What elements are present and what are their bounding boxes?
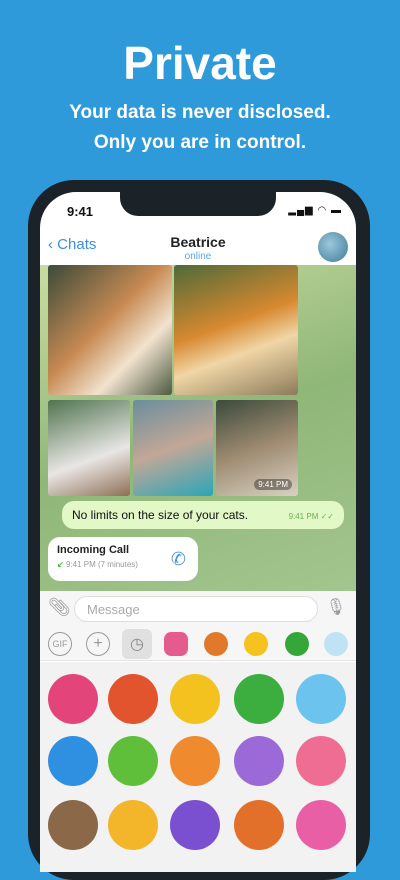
phone-icon[interactable]: ✆ bbox=[171, 549, 186, 570]
message-text: No limits on the size of your cats. bbox=[72, 508, 249, 522]
sticker-purple-cat-icon[interactable] bbox=[170, 800, 220, 850]
hero-subtitle-line: Your data is never disclosed. bbox=[69, 102, 331, 123]
hero-title: Private bbox=[123, 37, 277, 89]
microphone-icon[interactable]: 🎙︎ bbox=[326, 597, 346, 617]
photo-tiger[interactable] bbox=[174, 265, 298, 395]
sticker-ghost-sunglasses-icon[interactable] bbox=[296, 674, 346, 724]
photo-kitten-blue[interactable] bbox=[133, 400, 213, 496]
sticker-fish-icon[interactable] bbox=[48, 674, 98, 724]
photo-cat[interactable] bbox=[48, 265, 172, 395]
sticker-grid bbox=[40, 662, 356, 872]
monster-sticker-tab-icon[interactable] bbox=[204, 632, 228, 656]
album-timestamp: 9:41 PM bbox=[254, 479, 292, 490]
notch bbox=[120, 192, 276, 216]
sticker-cool-duck-icon[interactable] bbox=[170, 674, 220, 724]
input-bar: 📎︎ Message 🎙︎ bbox=[40, 591, 356, 627]
arrow-incoming-icon: ↙ bbox=[57, 560, 64, 569]
virus-sticker-tab-icon[interactable] bbox=[285, 632, 309, 656]
sticker-bird-icon[interactable] bbox=[48, 736, 98, 786]
message-input[interactable]: Message bbox=[74, 596, 318, 622]
incoming-call-message[interactable]: Incoming Call ↙ 9:41 PM (7 minutes) ✆ bbox=[48, 537, 198, 581]
sticker-rainbow-mole-icon[interactable] bbox=[48, 800, 98, 850]
ghost-sticker-tab-icon[interactable] bbox=[324, 632, 348, 656]
phone-screen: 9:41 ▂▄▆ ◠ ▬ ‹ Chats Beatrice online 9:4… bbox=[40, 192, 356, 872]
status-time: 9:41 bbox=[67, 204, 94, 219]
photo-kitten-tabby[interactable]: 9:41 PM bbox=[216, 400, 298, 496]
chat-title[interactable]: Beatrice bbox=[40, 234, 356, 250]
gif-tab-icon[interactable]: GIF bbox=[48, 632, 72, 656]
chat-area: 9:41 PM No limits on the size of your ca… bbox=[40, 265, 356, 591]
hero-subtitle: Your data is never disclosed. Only you a… bbox=[0, 98, 400, 158]
sticker-monkey-icon[interactable] bbox=[234, 800, 284, 850]
starfish-sticker-tab-icon[interactable] bbox=[164, 632, 188, 656]
avatar[interactable] bbox=[318, 232, 348, 262]
sticker-dog-icon[interactable] bbox=[108, 800, 158, 850]
sticker-frog-pillow-icon[interactable] bbox=[296, 800, 346, 850]
sticker-owl-icon[interactable] bbox=[234, 736, 284, 786]
chat-status: online bbox=[184, 251, 212, 262]
sticker-frog-icon[interactable] bbox=[108, 736, 158, 786]
duck-sticker-tab-icon[interactable] bbox=[244, 632, 268, 656]
call-detail: ↙ 9:41 PM (7 minutes) bbox=[57, 560, 138, 569]
hero-subtitle-line: Only you are in control. bbox=[93, 132, 307, 153]
message-time: 9:41 PM ✓✓ bbox=[288, 512, 334, 521]
photo-kitten-white[interactable] bbox=[48, 400, 130, 496]
sticker-pink-monster-icon[interactable] bbox=[296, 736, 346, 786]
attach-icon[interactable]: 📎︎ bbox=[48, 597, 71, 618]
signal-wifi-battery-icon: ▂▄▆ ◠ ▬ bbox=[288, 205, 342, 216]
recent-clock-tab-icon[interactable]: ◷ bbox=[122, 629, 152, 659]
add-tab-icon[interactable]: + bbox=[86, 632, 110, 656]
call-title: Incoming Call bbox=[57, 544, 130, 556]
sticker-tabs: GIF + ◷ bbox=[40, 627, 356, 661]
sticker-fox-icon[interactable] bbox=[170, 736, 220, 786]
outgoing-message[interactable]: No limits on the size of your cats. 9:41… bbox=[62, 501, 344, 529]
sticker-virus-icon[interactable] bbox=[234, 674, 284, 724]
sticker-party-dragon-icon[interactable] bbox=[108, 674, 158, 724]
